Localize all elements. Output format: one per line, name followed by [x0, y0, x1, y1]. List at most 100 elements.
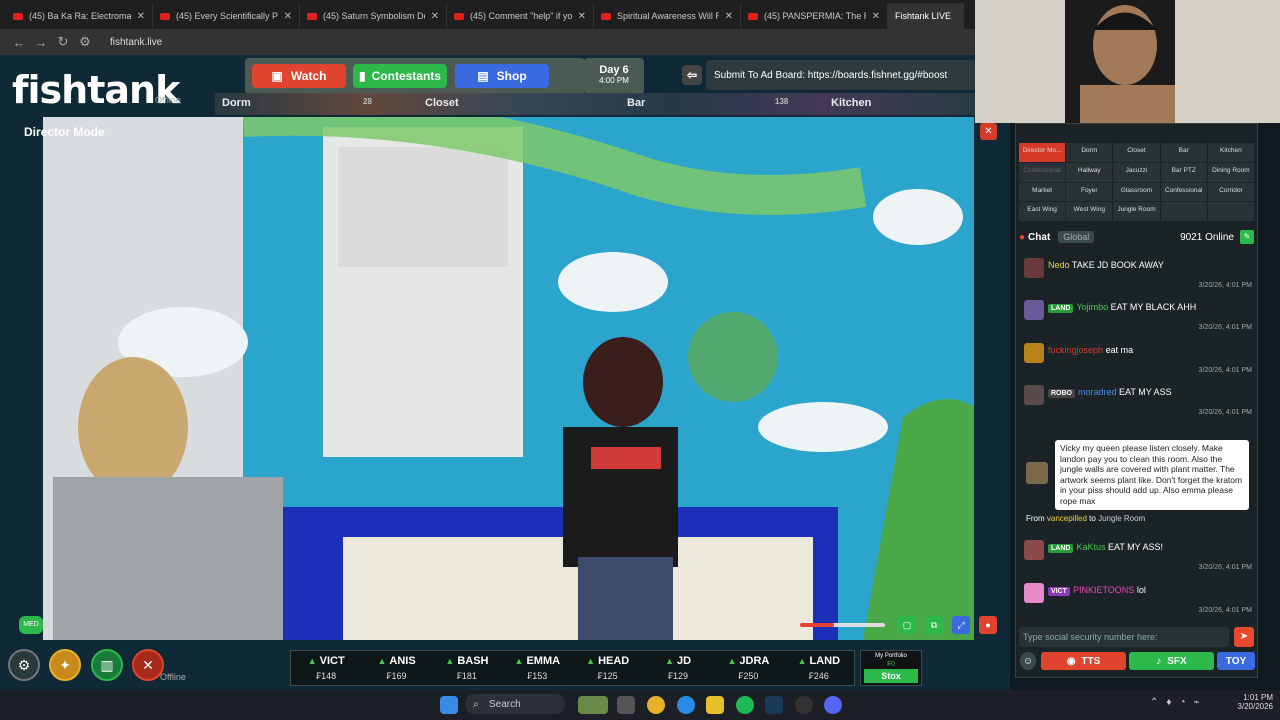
- settings-gear-icon[interactable]: ⚙: [8, 649, 40, 681]
- stox-button[interactable]: Stox: [864, 669, 918, 683]
- room-strip-bar[interactable]: Bar: [627, 97, 645, 109]
- url-field[interactable]: fishtank.live: [110, 37, 162, 48]
- room-strip-dorm[interactable]: Dorm: [222, 97, 251, 109]
- browser-tab[interactable]: (45) Ba Ka Ra: Electromagne✕: [6, 3, 153, 29]
- room-tile[interactable]: Corridor: [1207, 182, 1254, 202]
- browser-tab[interactable]: (45) PANSPERMIA: The Radi✕: [741, 3, 888, 29]
- reload-icon[interactable]: ↻: [52, 34, 74, 50]
- contestant-item[interactable]: ▲ JD ₣129: [643, 651, 713, 685]
- chat-settings-icon[interactable]: ✎: [1240, 230, 1254, 244]
- contestants-button[interactable]: ▮ Contestants: [353, 64, 447, 88]
- volume-slider[interactable]: [800, 623, 885, 627]
- fullscreen-icon[interactable]: ⤢: [952, 616, 970, 634]
- contestant-item[interactable]: ▲ LAND ₣246: [784, 651, 854, 685]
- forward-icon[interactable]: →: [30, 35, 52, 50]
- edge-icon[interactable]: [677, 696, 695, 714]
- room-tile[interactable]: East Wing: [1019, 202, 1066, 221]
- contestant-item[interactable]: ▲ HEAD ₣125: [573, 651, 643, 685]
- browser-tab[interactable]: Spiritual Awareness Will Rui ✕: [594, 3, 741, 29]
- tts-room[interactable]: Jungle Room: [1098, 514, 1145, 523]
- avatar[interactable]: [1024, 385, 1044, 405]
- close-video-icon[interactable]: ✕: [980, 123, 997, 140]
- room-tile[interactable]: Confessional: [1160, 182, 1207, 202]
- room-tile[interactable]: Hallway: [1066, 162, 1113, 182]
- avatar[interactable]: [1024, 540, 1044, 560]
- room-tile[interactable]: Closet: [1113, 143, 1160, 162]
- contestant-item[interactable]: ▲ EMMA ₣153: [502, 651, 572, 685]
- coin-icon[interactable]: ✦: [49, 649, 81, 681]
- room-tile[interactable]: Market: [1019, 182, 1066, 202]
- chat-scope-tab[interactable]: Global: [1058, 231, 1095, 243]
- tts-sender[interactable]: vancepilled: [1047, 514, 1087, 523]
- ad-board-back-icon[interactable]: ⇦: [682, 65, 702, 85]
- room-tile[interactable]: Confessional: [1019, 162, 1066, 182]
- avatar[interactable]: [1026, 462, 1048, 484]
- room-tile[interactable]: [1160, 202, 1207, 221]
- record-icon[interactable]: ●: [979, 616, 997, 634]
- contestant-item[interactable]: ▲ ANIS ₣169: [361, 651, 431, 685]
- room-tile[interactable]: Jungle Room: [1113, 202, 1160, 221]
- taskbar-search[interactable]: ⌕ Search: [465, 694, 565, 714]
- chat-username[interactable]: Nedo: [1048, 260, 1070, 270]
- shop-button[interactable]: ▤ Shop: [455, 64, 549, 88]
- ad-board-banner[interactable]: Submit To Ad Board: https://boards.fishn…: [706, 60, 976, 90]
- file-explorer-icon[interactable]: [706, 696, 724, 714]
- taskbar-clock[interactable]: 1:01 PM 3/20/2026: [1228, 693, 1273, 711]
- room-strip[interactable]: Dorm 28 Closet Bar 138 Kitchen: [215, 93, 975, 115]
- chat-username[interactable]: moradred: [1078, 387, 1117, 397]
- browser-tab[interactable]: (45) Saturn Symbolism Deep✕: [300, 3, 447, 29]
- avatar[interactable]: [1024, 343, 1044, 363]
- room-tile[interactable]: Director Mo...: [1019, 143, 1066, 162]
- chrome-icon[interactable]: [647, 696, 665, 714]
- system-tray-icons[interactable]: ⌃♦◔⌁: [1150, 697, 1208, 708]
- discord-icon[interactable]: [824, 696, 842, 714]
- video-player[interactable]: [43, 117, 974, 640]
- room-tile[interactable]: Jacuzzi: [1113, 162, 1160, 182]
- room-tile[interactable]: [1207, 202, 1254, 221]
- close-tab-icon[interactable]: ✕: [578, 11, 586, 22]
- toy-button[interactable]: TOY: [1217, 652, 1255, 670]
- browser-tab[interactable]: (45) Comment "help" if you ✕: [447, 3, 594, 29]
- room-strip-kitchen[interactable]: Kitchen: [831, 97, 871, 109]
- fishtank-logo[interactable]: fishtank: [12, 68, 180, 112]
- sfx-button[interactable]: ♪ SFX: [1129, 652, 1214, 670]
- avatar[interactable]: [1024, 583, 1044, 603]
- send-icon[interactable]: ➤: [1234, 627, 1254, 647]
- close-tab-icon[interactable]: ✕: [431, 11, 439, 22]
- tts-button[interactable]: ◉ TTS: [1041, 652, 1126, 670]
- back-icon[interactable]: ←: [8, 35, 30, 50]
- chat-username[interactable]: fuckingjoseph: [1048, 345, 1103, 355]
- emoji-icon[interactable]: ☺: [1020, 652, 1036, 670]
- chat-username[interactable]: PINKIETOONS: [1073, 585, 1134, 595]
- task-view-icon[interactable]: [617, 696, 635, 714]
- room-tile[interactable]: Dining Room: [1207, 162, 1254, 182]
- avatar[interactable]: [1024, 300, 1044, 320]
- quality-badge[interactable]: MED: [19, 616, 43, 634]
- close-tab-icon[interactable]: ✕: [137, 11, 145, 22]
- close-tab-icon[interactable]: ✕: [284, 11, 292, 22]
- room-tile[interactable]: Dorm: [1066, 143, 1113, 162]
- steam-icon[interactable]: [765, 696, 783, 714]
- obs-icon[interactable]: [795, 696, 813, 714]
- chat-username[interactable]: KaKtus: [1076, 542, 1105, 552]
- windows-start-icon[interactable]: [440, 696, 458, 714]
- room-tile[interactable]: Bar PTZ: [1160, 162, 1207, 182]
- room-tile[interactable]: West Wing: [1066, 202, 1113, 221]
- browser-tab[interactable]: (45) Every Scientifically Prov✕: [153, 3, 300, 29]
- contestant-item[interactable]: ▲ JDRA ₣250: [713, 651, 783, 685]
- chat-input[interactable]: Type social security number here:: [1019, 627, 1229, 647]
- tank-icon[interactable]: ▥: [91, 649, 123, 681]
- spotify-icon[interactable]: [736, 696, 754, 714]
- site-info-icon[interactable]: ⚙: [74, 34, 96, 50]
- close-tab-icon[interactable]: ✕: [725, 11, 733, 22]
- room-tile[interactable]: Kitchen: [1207, 143, 1254, 162]
- room-tile[interactable]: Glassroom: [1113, 182, 1160, 202]
- avatar[interactable]: [1024, 258, 1044, 278]
- chat-username[interactable]: Yojimbo: [1076, 302, 1108, 312]
- browser-tab-active[interactable]: Fishtank LIVE: [888, 3, 964, 29]
- watch-button[interactable]: ▣ Watch: [252, 64, 346, 88]
- weather-icon[interactable]: [578, 696, 608, 714]
- clip-icon[interactable]: ▢: [898, 616, 916, 634]
- contestant-item[interactable]: ▲ VICT ₣148: [291, 651, 361, 685]
- contestant-item[interactable]: ▲ BASH ₣181: [432, 651, 502, 685]
